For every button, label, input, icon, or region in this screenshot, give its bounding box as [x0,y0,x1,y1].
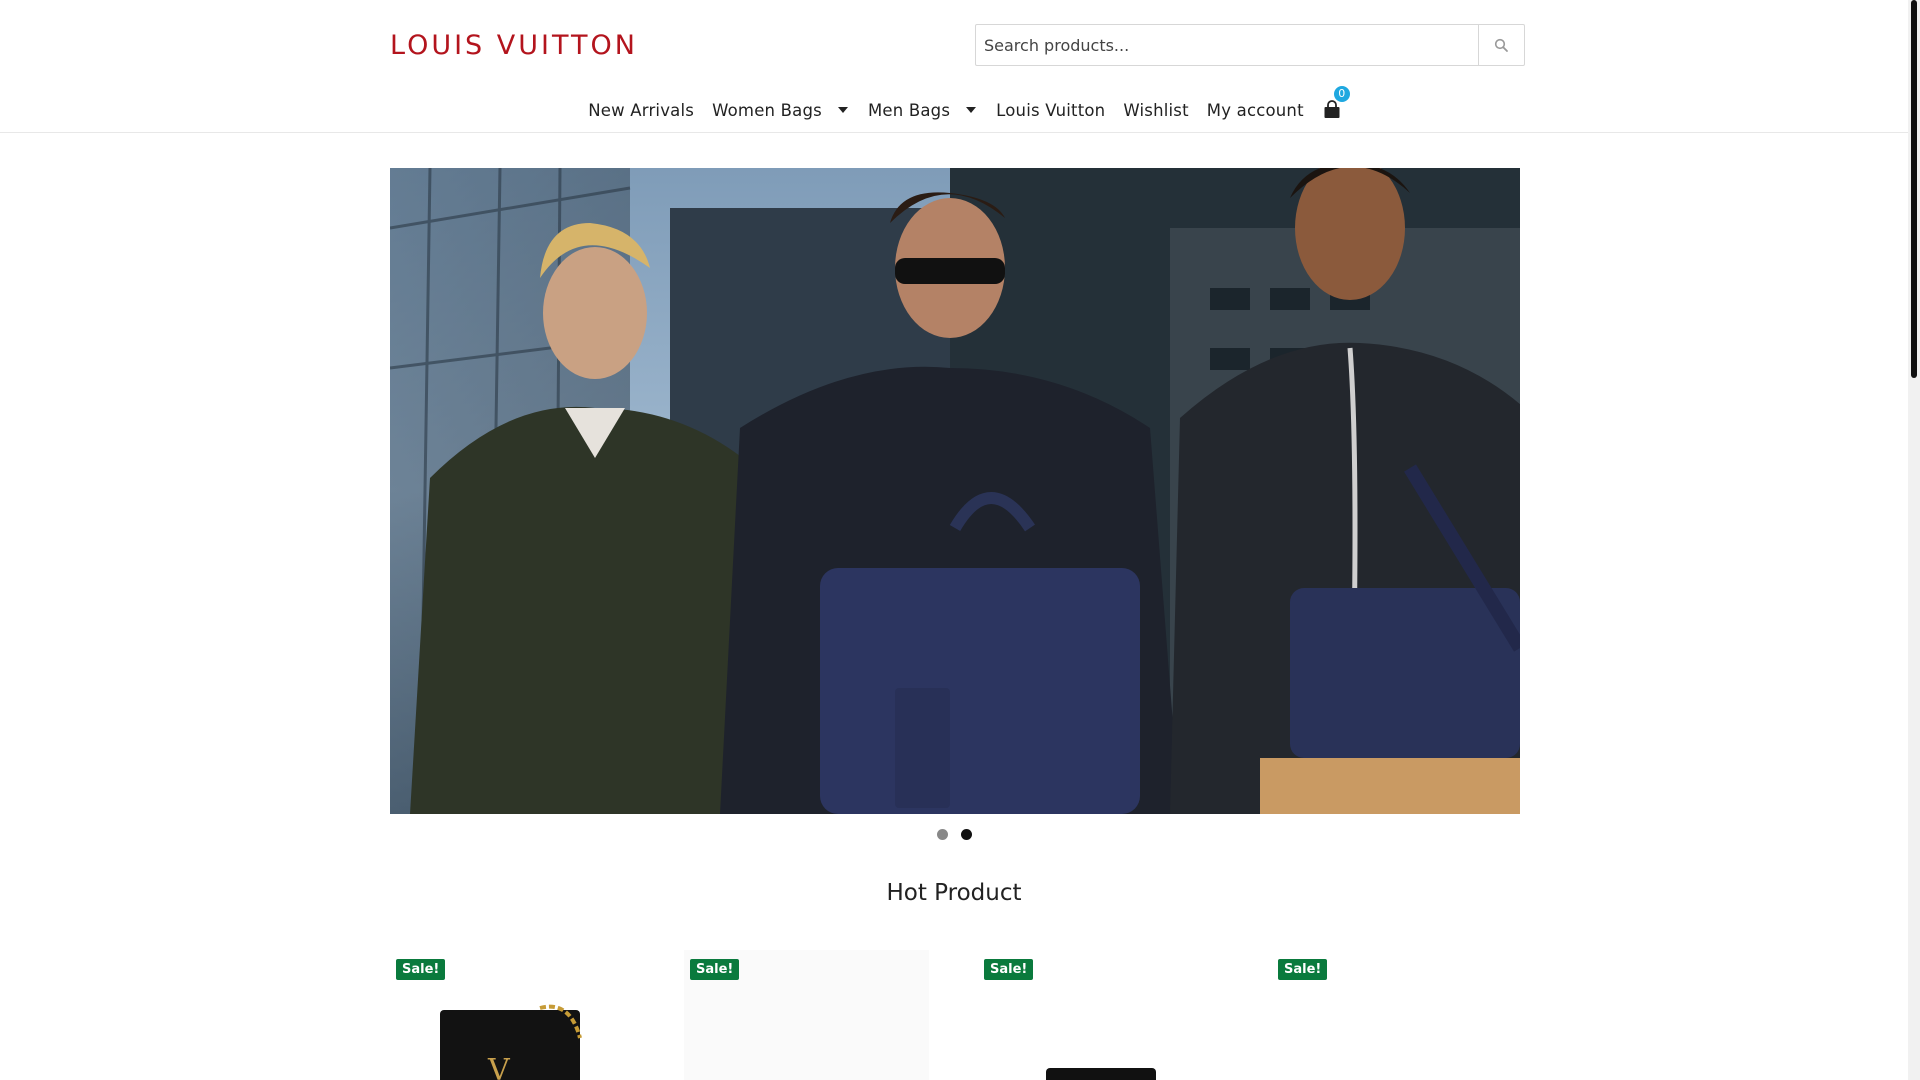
search-icon [1494,38,1508,52]
sale-badge: Sale! [1278,959,1328,980]
nav-my-account[interactable]: My account [1207,101,1304,120]
search-button[interactable] [1478,25,1524,65]
product-card[interactable]: Sale! [684,950,934,1080]
slider-dot-2[interactable] [961,829,972,840]
nav-label: Wishlist [1123,100,1189,120]
page-scrollbar[interactable] [1908,0,1920,1080]
cart-button[interactable]: 0 [1322,86,1350,122]
nav-label: Louis Vuitton [996,100,1106,120]
site-header: LOUIS VUITTON New Arrivals Women Bags Me… [0,0,1908,133]
nav-label: My account [1206,100,1304,120]
search-bar [975,24,1525,66]
svg-text:V: V [487,1053,511,1080]
slider-pagination [937,829,972,840]
sale-badge: Sale! [396,959,446,980]
nav-wishlist[interactable]: Wishlist [1123,101,1188,120]
nav-label: Women Bags [712,100,822,120]
sale-badge: Sale! [690,959,740,980]
section-title: Hot Product [886,880,1022,906]
cart-count-badge: 0 [1333,86,1350,102]
nav-new-arrivals[interactable]: New Arrivals [588,101,694,120]
nav-louis-vuitton[interactable]: Louis Vuitton [996,101,1105,120]
shopping-bag-icon [1324,100,1340,118]
scrollbar-thumb[interactable] [1911,0,1917,378]
main-navigation: New Arrivals Women Bags Men Bags Louis V… [0,86,1908,128]
slider-dot-1[interactable] [937,829,948,840]
brand-logo[interactable]: LOUIS VUITTON [390,30,638,61]
hero-slider[interactable] [390,168,1520,814]
product-card[interactable]: Sale! [1272,950,1522,1080]
nav-men-bags[interactable]: Men Bags [868,101,978,120]
hero-image [390,168,1520,814]
sale-badge: Sale! [984,959,1034,980]
nav-label: Men Bags [867,100,951,120]
product-card[interactable]: Sale! [978,950,1228,1080]
product-card[interactable]: Sale! V [390,950,640,1080]
chevron-down-icon [966,107,977,113]
chevron-down-icon [837,107,848,113]
search-input[interactable] [976,25,1478,65]
nav-women-bags[interactable]: Women Bags [712,101,850,120]
nav-label: New Arrivals [588,100,695,120]
